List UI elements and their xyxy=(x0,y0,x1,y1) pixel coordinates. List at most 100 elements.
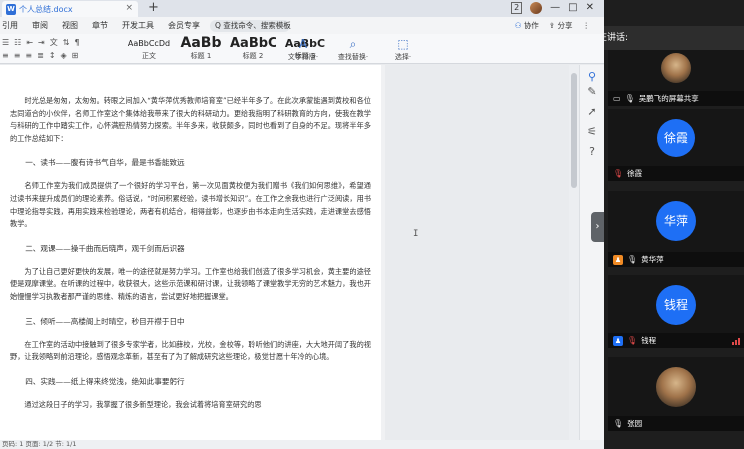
menu-sections[interactable]: 章节 xyxy=(92,20,108,31)
paragraph-tools: ☰ ☷ ⇤ ⇥ 文 ⇅ ¶ ≡ ≡ ≡ ≣ ↕ ◈ ⊞ xyxy=(0,37,122,63)
paragraph-tools-row-1: ☰ ☷ ⇤ ⇥ 文 ⇅ ¶ xyxy=(0,37,122,48)
new-tab-button[interactable]: + xyxy=(148,0,159,16)
word-doc-icon: W xyxy=(6,3,16,15)
find-replace-button[interactable]: ⌕ 查找替换· xyxy=(333,36,373,62)
user-avatar[interactable] xyxy=(530,2,543,14)
adjust-icon[interactable]: ⚟ xyxy=(585,125,599,139)
participant-name: 钱程 xyxy=(641,336,657,345)
increase-indent-icon[interactable]: ⇥ xyxy=(38,38,45,47)
mic-icon: 🎙 xyxy=(624,94,635,103)
host-badge-icon: ♟ xyxy=(613,254,623,265)
participant-text-avatar: 徐霞 xyxy=(657,119,695,157)
screen-share-icon: ▭ xyxy=(613,94,621,103)
signal-strength-icon xyxy=(732,338,740,345)
tool-label: 文字排版· xyxy=(287,53,319,61)
ribbon-toolbar: ☰ ☷ ⇤ ⇥ 文 ⇅ ¶ ≡ ≡ ≡ ≣ ↕ ◈ ⊞ AaBbCcDd 正文 … xyxy=(0,34,604,64)
participant-text-avatar: 钱程 xyxy=(656,285,696,325)
menu-bar: 引用 审阅 视图 章节 开发工具 会员专享 Q 查找命令、搜索模板 ⚇ 协作 ⇪… xyxy=(0,17,604,34)
participant-name: 张园 xyxy=(627,419,643,428)
line-spacing-icon[interactable]: ↕ xyxy=(49,51,56,60)
menu-member[interactable]: 会员专享 xyxy=(168,20,200,31)
collab-button[interactable]: ⚇ 协作 xyxy=(515,20,539,31)
border-icon[interactable]: ⊞ xyxy=(72,51,79,60)
style-preview: AaBb xyxy=(180,35,222,51)
participant-tile-huanghuaping[interactable]: 华萍 ♟ 🎙 黄华萍 xyxy=(608,191,744,267)
style-preview: AaBbC xyxy=(230,36,276,51)
meeting-panel: 正在讲话: ▭ 🎙 吴鹏飞的屏幕共享 徐霞 🎙 徐霞 华萍 ♟ 🎙 xyxy=(604,0,744,449)
people-icon: ⚇ xyxy=(514,21,522,30)
close-window-button[interactable]: ✕ xyxy=(586,2,594,14)
document-page[interactable]: 时光总是匆匆，太匆匆。转眼之间加入“黄华萍优秀教师培育室”已经半年多了。在此次承… xyxy=(0,65,381,440)
menu-review[interactable]: 审阅 xyxy=(32,20,48,31)
mic-icon: 🎙 xyxy=(613,419,624,428)
collab-label: 协作 xyxy=(523,21,539,30)
command-search-input[interactable]: Q 查找命令、搜索模板 xyxy=(210,19,291,32)
more-menu-icon[interactable]: ⋮ xyxy=(583,21,591,30)
document-tab[interactable]: W 个人总结.docx × xyxy=(2,1,138,17)
sort-icon[interactable]: ⇅ xyxy=(63,38,70,47)
menu-view[interactable]: 视图 xyxy=(62,20,78,31)
participant-caption: ♟ 🎙 黄华萍 xyxy=(608,252,744,267)
show-marks-icon[interactable]: ¶ xyxy=(74,38,79,47)
participant-text-avatar: 华萍 xyxy=(656,201,696,241)
participant-tile-xuxia[interactable]: 徐霞 🎙 徐霞 xyxy=(608,109,744,181)
i-beam-cursor-icon: I xyxy=(413,229,419,239)
location-pin-icon[interactable]: ⚲ xyxy=(585,70,599,84)
style-label: 标题 2 xyxy=(242,52,264,60)
close-tab-icon[interactable]: × xyxy=(125,3,133,13)
bullet-list-icon[interactable]: ☰ xyxy=(2,38,9,47)
minimize-button[interactable]: — xyxy=(550,2,560,14)
command-search-label: Q 查找命令、搜索模板 xyxy=(215,21,291,30)
decrease-indent-icon[interactable]: ⇤ xyxy=(26,38,33,47)
numbered-list-icon[interactable]: ☷ xyxy=(14,38,21,47)
vertical-scrollbar[interactable] xyxy=(569,65,579,440)
align-center-icon[interactable]: ≡ xyxy=(14,51,21,60)
help-icon[interactable]: ? xyxy=(585,145,599,159)
chinese-layout-icon[interactable]: 文 xyxy=(50,37,58,48)
tabbar-right-tools: 2 — □ ✕ xyxy=(511,2,594,14)
document-canvas: 时光总是匆匆，太匆匆。转眼之间加入“黄华萍优秀教师培育室”已经半年多了。在此次承… xyxy=(0,65,604,440)
select-button[interactable]: ⬚ 选择· xyxy=(383,36,423,62)
share-icon: ⇪ xyxy=(548,21,556,30)
page-edge xyxy=(381,65,385,440)
participant-tile-zhangyuan[interactable]: 🎙 张园 xyxy=(608,357,744,431)
align-left-icon[interactable]: ≡ xyxy=(2,51,9,60)
cursor-icon[interactable]: ➚ xyxy=(585,105,599,119)
style-label: 标题 1 xyxy=(190,52,212,60)
participant-photo-avatar xyxy=(656,367,696,407)
style-heading-2[interactable]: AaBbC 标题 2 xyxy=(230,35,276,63)
maximize-button[interactable]: □ xyxy=(568,2,577,14)
section-heading: 四、实践——纸上得来终觉浅，绝知此事要躬行 xyxy=(25,376,185,386)
magnifier-icon: ⌕ xyxy=(349,37,357,51)
participant-tile-qiancheng[interactable]: 钱程 ♟ 🎙 钱程 xyxy=(608,275,744,348)
participant-photo-avatar xyxy=(661,53,691,83)
select-icon: ⬚ xyxy=(397,37,409,51)
cohost-badge-icon: ♟ xyxy=(613,335,623,346)
style-preview: AaBbCcDd xyxy=(127,39,171,48)
menu-right-actions: ⚇ 协作 ⇪ 分享 ⋮ xyxy=(515,20,590,31)
status-bar: 页码: 1 页面: 1/2 节: 1/1 xyxy=(0,440,604,449)
speaking-indicator: 正在讲话: xyxy=(604,26,744,50)
style-heading-1[interactable]: AaBb 标题 1 xyxy=(178,35,224,63)
menu-references[interactable]: 引用 xyxy=(2,20,18,31)
mic-muted-icon: 🎙 xyxy=(613,169,624,178)
text-layout-icon: A xyxy=(298,37,308,51)
align-right-icon[interactable]: ≡ xyxy=(25,51,32,60)
body-paragraph: 时光总是匆匆，太匆匆。转眼之间加入“黄华萍优秀教师培育室”已经半年多了。在此次承… xyxy=(10,96,371,143)
window-count-badge[interactable]: 2 xyxy=(511,2,523,14)
participant-tile-screen-share[interactable]: ▭ 🎙 吴鹏飞的屏幕共享 xyxy=(608,50,744,106)
body-paragraph: 名师工作室为我们成员提供了一个很好的学习平台，第一次见面黄校便为我们赠书《我们如… xyxy=(10,181,371,229)
speaking-label: 正在讲话: xyxy=(604,33,629,43)
style-normal[interactable]: AaBbCcDd 正文 xyxy=(126,35,172,63)
menu-developer[interactable]: 开发工具 xyxy=(122,20,154,31)
pen-icon[interactable]: ✎ xyxy=(585,85,599,99)
participant-caption: ♟ 🎙 钱程 xyxy=(608,333,744,348)
text-layout-button[interactable]: A 文字排版· xyxy=(283,36,323,62)
participant-caption: 🎙 张园 xyxy=(608,416,744,431)
justify-icon[interactable]: ≣ xyxy=(37,51,44,60)
panel-collapse-icon[interactable]: › xyxy=(591,212,604,242)
share-button[interactable]: ⇪ 分享 xyxy=(549,20,573,31)
participant-name: 吴鹏飞的屏幕共享 xyxy=(638,94,699,103)
scrollbar-thumb[interactable] xyxy=(571,73,577,188)
shading-icon[interactable]: ◈ xyxy=(61,51,67,60)
